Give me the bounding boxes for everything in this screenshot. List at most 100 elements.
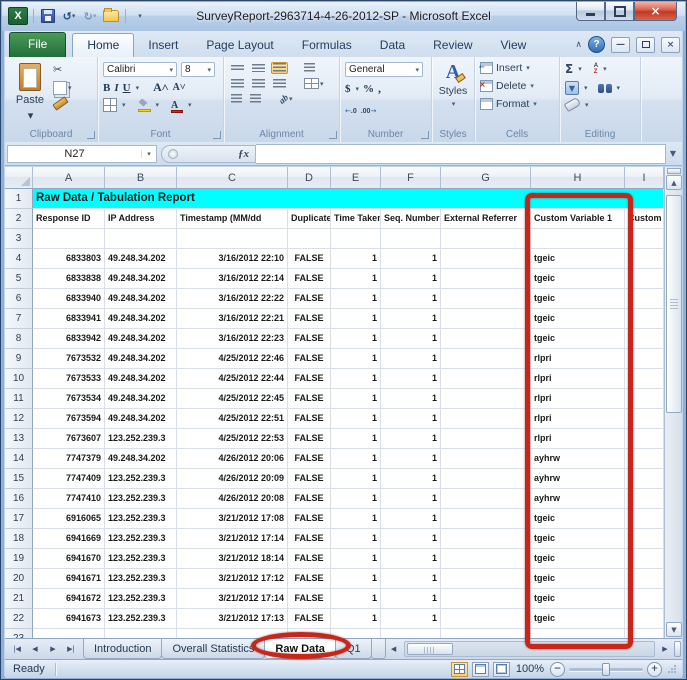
cell[interactable]: FALSE — [288, 409, 331, 429]
ribbon-tab-data[interactable]: Data — [366, 34, 419, 57]
cell[interactable]: 4/26/2012 20:09 — [177, 469, 288, 489]
cell[interactable] — [625, 369, 664, 389]
cell[interactable]: FALSE — [288, 449, 331, 469]
cell[interactable] — [441, 329, 531, 349]
align-center-icon[interactable] — [250, 78, 267, 90]
fill-color-icon[interactable] — [138, 99, 151, 112]
number-format-select[interactable]: General▾ — [345, 62, 423, 77]
tab-scroll-left-icon[interactable]: ◀ — [386, 642, 402, 657]
ribbon-tab-insert[interactable]: Insert — [134, 34, 192, 57]
borders-icon[interactable] — [103, 98, 117, 112]
row-header-9[interactable]: 9 — [5, 349, 33, 369]
cell[interactable]: 4/25/2012 22:46 — [177, 349, 288, 369]
cell[interactable]: FALSE — [288, 269, 331, 289]
cell[interactable]: 6916065 — [33, 509, 105, 529]
ribbon-tab-file[interactable]: File — [9, 32, 66, 57]
ribbon-tab-page-layout[interactable]: Page Layout — [192, 34, 287, 57]
header-cell-2[interactable]: IP Address — [105, 209, 177, 229]
find-select-icon[interactable] — [598, 84, 612, 93]
cell[interactable]: 1 — [331, 289, 381, 309]
decrease-indent-icon[interactable] — [229, 93, 244, 105]
row-header-15[interactable]: 15 — [5, 469, 33, 489]
font-dialog-launcher[interactable] — [213, 131, 221, 139]
alignment-dialog-launcher[interactable] — [329, 131, 337, 139]
cell[interactable]: FALSE — [288, 349, 331, 369]
cell[interactable] — [441, 249, 531, 269]
row-header-11[interactable]: 11 — [5, 389, 33, 409]
cell[interactable]: 7673594 — [33, 409, 105, 429]
header-cell-3[interactable]: Timestamp (MM/dd — [177, 209, 288, 229]
cell[interactable]: 1 — [331, 589, 381, 609]
cell[interactable]: 49.248.34.202 — [105, 369, 177, 389]
cell[interactable]: 1 — [381, 409, 441, 429]
increase-indent-icon[interactable] — [248, 93, 263, 105]
cell[interactable] — [625, 449, 664, 469]
cell[interactable]: 1 — [381, 469, 441, 489]
cell[interactable]: tgeic — [531, 289, 625, 309]
cell[interactable]: 1 — [381, 509, 441, 529]
cell[interactable] — [105, 229, 177, 249]
cell[interactable]: 3/21/2012 17:13 — [177, 609, 288, 629]
column-header-A[interactable]: A — [33, 167, 105, 189]
next-sheet-icon[interactable]: ▶ — [45, 642, 61, 657]
cell[interactable]: 7673607 — [33, 429, 105, 449]
cell[interactable]: tgeic — [531, 509, 625, 529]
cell[interactable]: FALSE — [288, 249, 331, 269]
cell[interactable]: 1 — [381, 329, 441, 349]
cell[interactable]: 3/21/2012 17:12 — [177, 569, 288, 589]
cell[interactable] — [625, 549, 664, 569]
cell[interactable]: 6941670 — [33, 549, 105, 569]
cell[interactable]: 49.248.34.202 — [105, 249, 177, 269]
decrease-decimal-icon[interactable]: .00→ — [361, 100, 377, 118]
cell[interactable]: 1 — [331, 509, 381, 529]
cell[interactable]: 123.252.239.3 — [105, 469, 177, 489]
cell[interactable]: 1 — [381, 289, 441, 309]
cell[interactable]: 1 — [331, 449, 381, 469]
cell[interactable]: 1 — [331, 369, 381, 389]
row-header-3[interactable]: 3 — [5, 229, 33, 249]
cell[interactable]: FALSE — [288, 429, 331, 449]
row-header-22[interactable]: 22 — [5, 609, 33, 629]
header-cell-6[interactable]: Seq. Number — [381, 209, 441, 229]
shrink-font-button[interactable]: A˅ — [173, 82, 186, 93]
ribbon-tab-review[interactable]: Review — [419, 34, 486, 57]
cell[interactable]: 4/25/2012 22:53 — [177, 429, 288, 449]
row-header-13[interactable]: 13 — [5, 429, 33, 449]
cell[interactable] — [625, 269, 664, 289]
header-cell-8[interactable]: Custom Variable 1 — [531, 209, 625, 229]
cell[interactable]: 49.248.34.202 — [105, 349, 177, 369]
cell[interactable]: 49.248.34.202 — [105, 289, 177, 309]
restore-button[interactable] — [605, 2, 634, 21]
cell[interactable] — [331, 629, 381, 638]
cell[interactable]: FALSE — [288, 469, 331, 489]
cell[interactable]: rlpri — [531, 389, 625, 409]
autosum-icon[interactable]: Σ — [565, 62, 573, 76]
cell[interactable]: 1 — [381, 449, 441, 469]
formula-input[interactable] — [256, 144, 666, 164]
cell[interactable] — [625, 329, 664, 349]
cell[interactable]: 6941672 — [33, 589, 105, 609]
cell[interactable]: 6941673 — [33, 609, 105, 629]
grow-font-button[interactable]: A˄ — [153, 80, 169, 95]
cell[interactable] — [441, 549, 531, 569]
cell[interactable]: 6833940 — [33, 289, 105, 309]
header-cell-4[interactable]: Duplicate — [288, 209, 331, 229]
row-header-14[interactable]: 14 — [5, 449, 33, 469]
vertical-split-handle[interactable] — [667, 168, 681, 174]
cell[interactable]: 7673532 — [33, 349, 105, 369]
cell[interactable]: FALSE — [288, 549, 331, 569]
name-box-dropdown-icon[interactable]: ▾ — [141, 150, 156, 158]
zoom-in-button[interactable]: + — [647, 662, 662, 677]
cell[interactable]: 4/25/2012 22:51 — [177, 409, 288, 429]
zoom-slider-thumb[interactable] — [602, 663, 610, 676]
bottom-align-icon[interactable] — [271, 62, 288, 74]
cell[interactable]: tgeic — [531, 269, 625, 289]
cell[interactable]: 123.252.239.3 — [105, 429, 177, 449]
cell[interactable]: 6833942 — [33, 329, 105, 349]
cell[interactable]: 1 — [381, 529, 441, 549]
cell[interactable]: 123.252.239.3 — [105, 549, 177, 569]
currency-format-button[interactable]: $ — [345, 83, 351, 95]
cell[interactable]: 1 — [381, 349, 441, 369]
cell[interactable]: ayhrw — [531, 469, 625, 489]
cell[interactable]: 1 — [381, 429, 441, 449]
